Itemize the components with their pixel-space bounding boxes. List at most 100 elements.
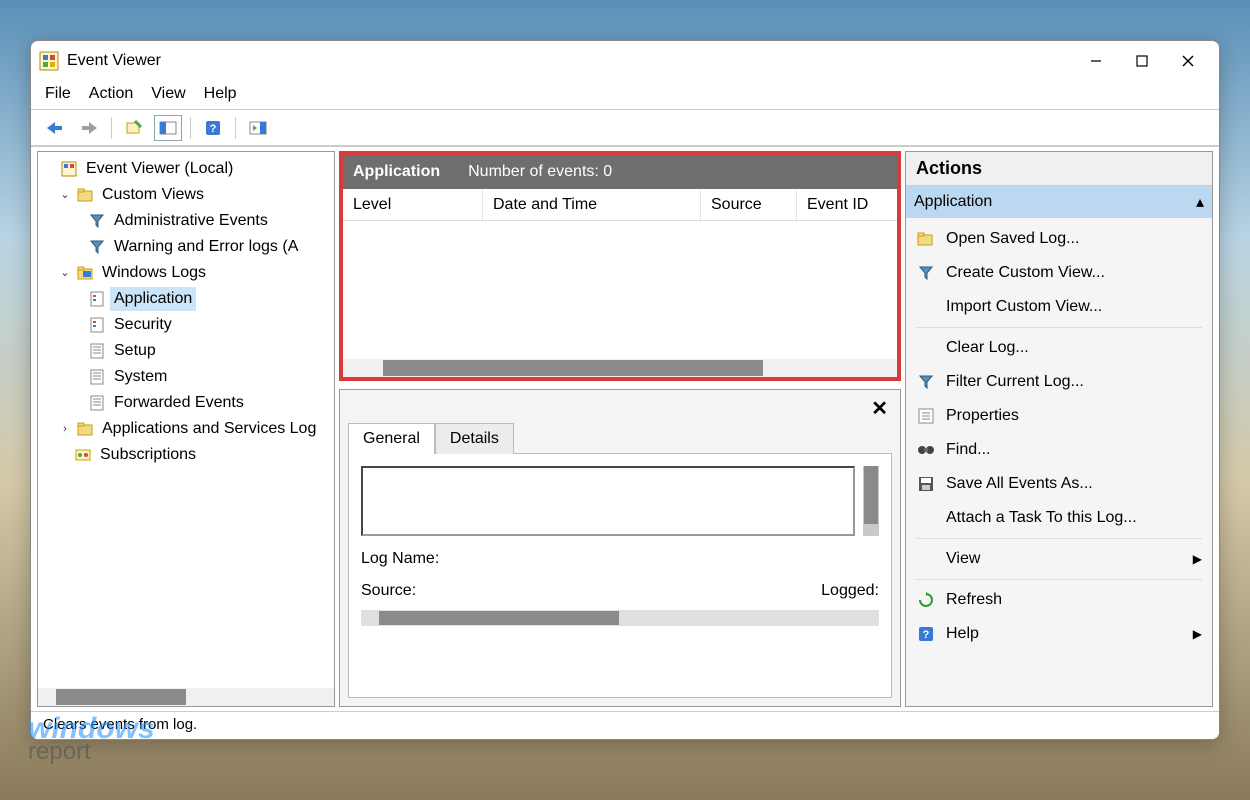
tab-details[interactable]: Details (435, 423, 514, 454)
window-title: Event Viewer (67, 52, 1073, 70)
minimize-button[interactable] (1073, 46, 1119, 76)
log-plain-icon (88, 394, 106, 412)
menu-file[interactable]: File (45, 85, 71, 103)
log-icon (88, 316, 106, 334)
action-find[interactable]: Find... (906, 433, 1212, 467)
expander-icon[interactable]: ⌄ (58, 261, 72, 285)
folder-icon (76, 186, 94, 204)
actions-title: Actions (906, 152, 1212, 186)
logged-label: Logged: (821, 582, 879, 600)
log-plain-icon (88, 342, 106, 360)
col-level[interactable]: Level (343, 189, 483, 220)
folder-open-icon (916, 229, 936, 249)
events-columns: Level Date and Time Source Event ID (343, 189, 897, 221)
log-icon (88, 290, 106, 308)
tree-forwarded[interactable]: Forwarded Events (110, 391, 248, 415)
action-view[interactable]: View▶ (906, 542, 1212, 576)
properties-icon (916, 406, 936, 426)
menu-action[interactable]: Action (89, 85, 133, 103)
menu-view[interactable]: View (151, 85, 185, 103)
tab-general[interactable]: General (348, 423, 435, 454)
properties-button[interactable] (120, 115, 148, 141)
actions-group-label: Application (914, 193, 992, 211)
col-date[interactable]: Date and Time (483, 189, 701, 220)
action-refresh[interactable]: Refresh (906, 583, 1212, 617)
col-source[interactable]: Source (701, 189, 797, 220)
submenu-arrow-icon: ▶ (1193, 623, 1202, 645)
statusbar: Clears events from log. (31, 711, 1219, 739)
tree-subscriptions[interactable]: Subscriptions (96, 443, 200, 467)
menu-help[interactable]: Help (204, 85, 237, 103)
action-save-all[interactable]: Save All Events As... (906, 467, 1212, 501)
action-filter-log[interactable]: Filter Current Log... (906, 365, 1212, 399)
log-plain-icon (88, 368, 106, 386)
action-properties[interactable]: Properties (906, 399, 1212, 433)
horizontal-scrollbar[interactable] (343, 359, 897, 377)
toolbar: ? (31, 110, 1219, 146)
tree-custom-views[interactable]: Custom Views (98, 183, 208, 207)
submenu-arrow-icon: ▶ (1193, 548, 1202, 570)
binoculars-icon (916, 440, 936, 460)
tree-pane: Event Viewer (Local) ⌄ Custom Views Admin… (37, 151, 335, 707)
event-detail-panel: ✕ General Details Log Name: Source: Logg… (339, 389, 901, 707)
app-root-icon (60, 160, 78, 178)
action-open-saved-log[interactable]: Open Saved Log... (906, 222, 1212, 256)
events-body[interactable] (343, 221, 897, 359)
events-list-panel: Application Number of events: 0 Level Da… (339, 151, 901, 381)
maximize-button[interactable] (1119, 46, 1165, 76)
action-create-custom-view[interactable]: Create Custom View... (906, 256, 1212, 290)
close-icon[interactable]: ✕ (871, 396, 888, 421)
horizontal-scrollbar[interactable] (38, 688, 334, 706)
titlebar: Event Viewer (31, 41, 1219, 81)
tree-security[interactable]: Security (110, 313, 176, 337)
tree-root[interactable]: Event Viewer (Local) (82, 157, 237, 181)
show-hide-action-pane-button[interactable] (244, 115, 272, 141)
back-button[interactable] (41, 115, 69, 141)
subscriptions-icon (74, 446, 92, 464)
log-name-label: Log Name: (361, 550, 439, 568)
detail-description[interactable] (361, 466, 855, 536)
tree-application[interactable]: Application (110, 287, 196, 311)
tree-apps-services[interactable]: Applications and Services Log (98, 417, 320, 441)
col-eventid[interactable]: Event ID (797, 189, 897, 220)
svg-text:?: ? (923, 629, 930, 641)
close-button[interactable] (1165, 46, 1211, 76)
event-viewer-window: Event Viewer File Action View Help ? Eve… (30, 40, 1220, 740)
action-attach-task[interactable]: Attach a Task To this Log... (906, 501, 1212, 535)
actions-group-header[interactable]: Application ▴ (906, 186, 1212, 218)
action-import-custom-view[interactable]: Import Custom View... (906, 290, 1212, 324)
horizontal-scrollbar[interactable] (361, 610, 879, 626)
app-icon (39, 51, 59, 71)
menubar: File Action View Help (31, 81, 1219, 110)
tree-system[interactable]: System (110, 365, 171, 389)
forward-button[interactable] (75, 115, 103, 141)
svg-text:?: ? (210, 123, 217, 135)
action-clear-log[interactable]: Clear Log... (906, 331, 1212, 365)
expander-icon[interactable]: › (58, 417, 72, 441)
events-count: Number of events: 0 (468, 163, 612, 181)
filter-icon (916, 263, 936, 283)
status-text: Clears events from log. (43, 716, 197, 733)
source-label: Source: (361, 582, 416, 600)
expander-icon[interactable]: ⌄ (58, 183, 72, 207)
save-icon (916, 474, 936, 494)
tree-windows-logs[interactable]: Windows Logs (98, 261, 210, 285)
vertical-scrollbar[interactable] (863, 466, 879, 536)
help-icon: ? (916, 624, 936, 644)
filter-icon (88, 212, 106, 230)
tree-warn-error[interactable]: Warning and Error logs (A (110, 235, 302, 259)
refresh-icon (916, 590, 936, 610)
collapse-icon: ▴ (1196, 192, 1204, 212)
show-hide-console-tree-button[interactable] (154, 115, 182, 141)
folder-windows-icon (76, 264, 94, 282)
events-header: Application Number of events: 0 (343, 155, 897, 189)
action-help[interactable]: ?Help▶ (906, 617, 1212, 651)
tree-setup[interactable]: Setup (110, 339, 160, 363)
tree-admin-events[interactable]: Administrative Events (110, 209, 272, 233)
filter-icon (916, 372, 936, 392)
events-title: Application (353, 163, 440, 181)
actions-pane: Actions Application ▴ Open Saved Log... … (905, 151, 1213, 707)
folder-icon (76, 420, 94, 438)
help-button[interactable]: ? (199, 115, 227, 141)
filter-icon (88, 238, 106, 256)
